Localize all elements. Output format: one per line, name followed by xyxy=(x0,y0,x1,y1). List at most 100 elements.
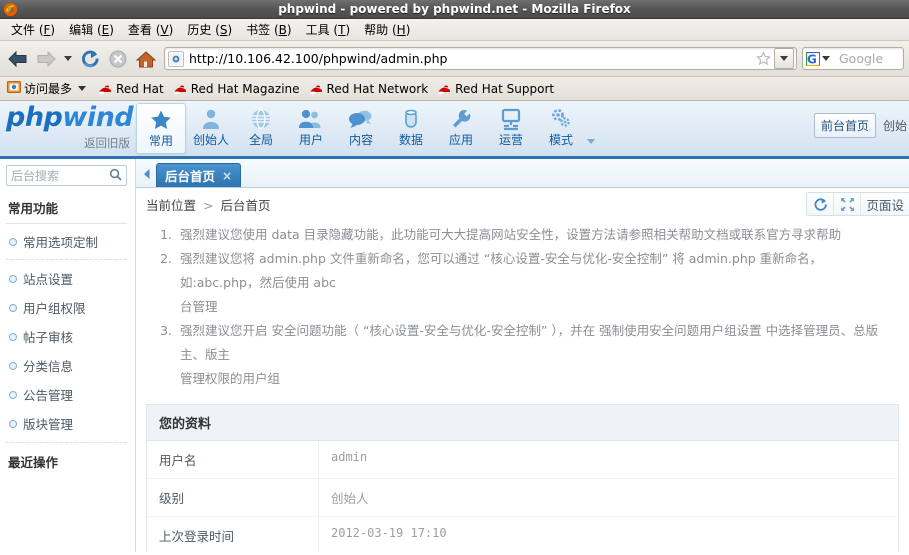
back-button-icon[interactable] xyxy=(5,46,31,72)
admin-content: 后台首页 × 当前位置 > 后台首页 页面设 1. 强烈建议您使用 data 目… xyxy=(136,159,909,552)
mode-dropdown-icon[interactable] xyxy=(587,139,595,144)
bullet-icon xyxy=(9,303,17,312)
menu-view[interactable]: 查看 (V) xyxy=(121,19,180,40)
bullet-icon xyxy=(9,237,17,246)
sidebar-item-label: 分类信息 xyxy=(23,359,74,374)
nav-item-content[interactable]: 内容 xyxy=(336,103,386,154)
row-value: 创始人 xyxy=(331,491,369,506)
bookmark-red-hat-network[interactable]: Red Hat Network xyxy=(306,81,433,97)
nav-item-operations[interactable]: 运营 xyxy=(486,103,536,154)
google-icon[interactable]: G xyxy=(805,51,821,67)
nav-item-global[interactable]: 全局 xyxy=(236,103,286,154)
bookmark-label: Red Hat Magazine xyxy=(190,81,300,96)
menu-file[interactable]: 文件 (F) xyxy=(4,19,62,40)
sidebar-item-label: 站点设置 xyxy=(23,272,74,287)
chevron-down-icon[interactable] xyxy=(78,86,87,91)
url-bar[interactable]: http://10.106.42.100/phpwind/admin.php xyxy=(164,47,797,70)
bookmark-label: Red Hat Network xyxy=(326,81,429,96)
nav-item-apps[interactable]: 应用 xyxy=(436,103,486,154)
sidebar-item-post-review[interactable]: 帖子审核 xyxy=(6,322,127,351)
bookmark-label: Red Hat xyxy=(116,81,164,96)
nav-item-data[interactable]: 数据 xyxy=(386,103,436,154)
home-button-icon[interactable] xyxy=(133,46,159,72)
nav-item-mode[interactable]: 模式 xyxy=(536,103,586,154)
nav-item-label: 常用 xyxy=(148,134,173,148)
url-text[interactable]: http://10.106.42.100/phpwind/admin.php xyxy=(189,51,754,66)
chat-bubbles-icon xyxy=(348,106,374,132)
security-notices: 强烈建议您使用 data 目录隐藏功能，此功能可大大提高网站安全性，设置方法请参… xyxy=(136,221,909,391)
app-body: 后台搜索 常用功能 常用选项定制 站点设置 用户组权限 帖子审核 分类信息 公告… xyxy=(0,159,909,552)
refresh-button[interactable] xyxy=(807,193,835,215)
search-input[interactable]: Google xyxy=(839,51,883,66)
tabstrip-scroll-left-icon[interactable] xyxy=(140,160,154,187)
nav-item-founder[interactable]: 创始人 xyxy=(186,103,236,154)
notice-text: 强烈建议您开启 安全问题功能（ “核心设置-安全与优化-安全控制” ），并在 强… xyxy=(180,323,879,362)
nav-item-label: 内容 xyxy=(348,133,373,147)
bullet-icon xyxy=(9,332,17,341)
row-value: admin xyxy=(331,450,368,464)
search-engine-dropdown-icon[interactable] xyxy=(822,56,830,61)
globe-icon xyxy=(249,106,273,132)
nav-item-label: 创始人 xyxy=(192,133,229,147)
wrench-icon xyxy=(449,106,473,132)
sidebar-item-site-settings[interactable]: 站点设置 xyxy=(6,264,127,293)
menu-bookmarks[interactable]: 书签 (B) xyxy=(239,19,298,40)
nav-item-common[interactable]: 常用 xyxy=(136,103,186,154)
database-icon xyxy=(399,106,423,132)
person-icon xyxy=(199,106,223,132)
sidebar-item-label: 公告管理 xyxy=(23,388,74,403)
tab-admin-home[interactable]: 后台首页 × xyxy=(156,163,242,187)
fullscreen-button[interactable] xyxy=(834,193,862,215)
sidebar-section-title: 常用功能 xyxy=(6,195,127,224)
back-to-old-version-link[interactable]: 返回旧版 xyxy=(84,135,130,151)
breadcrumb-bar: 当前位置 > 后台首页 页面设 xyxy=(136,188,909,221)
search-bar[interactable]: G Google xyxy=(802,47,904,70)
menu-help[interactable]: 帮助 (H) xyxy=(357,19,417,40)
bookmark-red-hat-support[interactable]: Red Hat Support xyxy=(434,81,558,97)
menu-history[interactable]: 历史 (S) xyxy=(180,19,239,40)
nav-item-label: 数据 xyxy=(398,133,423,147)
bookmark-star-icon[interactable] xyxy=(754,50,772,68)
menu-edit[interactable]: 编辑 (E) xyxy=(62,19,121,40)
nav-item-label: 全局 xyxy=(248,133,273,147)
gears-icon xyxy=(549,106,573,132)
bookmark-red-hat-magazine[interactable]: Red Hat Magazine xyxy=(170,81,304,97)
url-dropdown-button[interactable] xyxy=(774,48,794,69)
sidebar-search-box[interactable]: 后台搜索 xyxy=(6,165,127,186)
bookmark-red-hat[interactable]: Red Hat xyxy=(95,81,168,97)
sidebar-item-board-management[interactable]: 版块管理 xyxy=(6,409,127,438)
bookmark-most-visited[interactable]: 访问最多 xyxy=(3,79,93,98)
current-user-label[interactable]: 创始 xyxy=(883,117,907,134)
nav-item-users[interactable]: 用户 xyxy=(286,103,336,154)
sidebar-item-usergroup-permissions[interactable]: 用户组权限 xyxy=(6,293,127,322)
sidebar-item-announcement-management[interactable]: 公告管理 xyxy=(6,380,127,409)
reload-button-icon[interactable] xyxy=(77,46,103,72)
sidebar-search-input[interactable]: 后台搜索 xyxy=(11,167,109,184)
phpwind-admin-page: phpwind 返回旧版 常用 创始人 全局 用户 内容 数据 应用 运营 模式… xyxy=(0,101,909,552)
sidebar-item-label: 常用选项定制 xyxy=(23,235,99,250)
notice-text: 强烈建议您使用 data 目录隐藏功能，此功能可大大提高网站安全性，设置方法请参… xyxy=(180,227,842,242)
front-page-button[interactable]: 前台首页 xyxy=(813,113,876,138)
notice-text: 强烈建议您将 admin.php 文件重新命名，您可以通过 “核心设置-安全与优… xyxy=(180,251,823,290)
folder-icon xyxy=(7,80,21,97)
search-icon[interactable] xyxy=(109,166,122,185)
page-settings-button[interactable]: 页面设 xyxy=(861,193,909,215)
notice-item: 强烈建议您开启 安全问题功能（ “核心设置-安全与优化-安全控制” ），并在 强… xyxy=(176,319,899,391)
bullet-icon xyxy=(9,390,17,399)
phpwind-logo[interactable]: phpwind 返回旧版 xyxy=(0,101,136,156)
sidebar-divider xyxy=(6,259,127,260)
content-toolbar: 页面设 xyxy=(806,192,909,216)
notice-text-cont: 台管理 xyxy=(180,299,218,314)
bookmark-label: 访问最多 xyxy=(24,82,73,96)
close-icon[interactable]: × xyxy=(222,169,232,183)
notice-list: 强烈建议您使用 data 目录隐藏功能，此功能可大大提高网站安全性，设置方法请参… xyxy=(176,223,899,391)
history-dropdown-icon[interactable] xyxy=(64,56,72,61)
sidebar-item-custom-options[interactable]: 常用选项定制 xyxy=(6,227,127,256)
browser-menubar[interactable]: 文件 (F) 编辑 (E) 查看 (V) 历史 (S) 书签 (B) 工具 (T… xyxy=(0,19,909,41)
menu-tools[interactable]: 工具 (T) xyxy=(299,19,358,40)
sidebar-item-classified-info[interactable]: 分类信息 xyxy=(6,351,127,380)
app-header: phpwind 返回旧版 常用 创始人 全局 用户 内容 数据 应用 运营 模式… xyxy=(0,101,909,159)
bullet-icon xyxy=(9,274,17,283)
window-title: phpwind - powered by phpwind.net - Mozil… xyxy=(278,2,631,16)
notice-text-cont: 管理权限的用户组 xyxy=(180,371,281,386)
